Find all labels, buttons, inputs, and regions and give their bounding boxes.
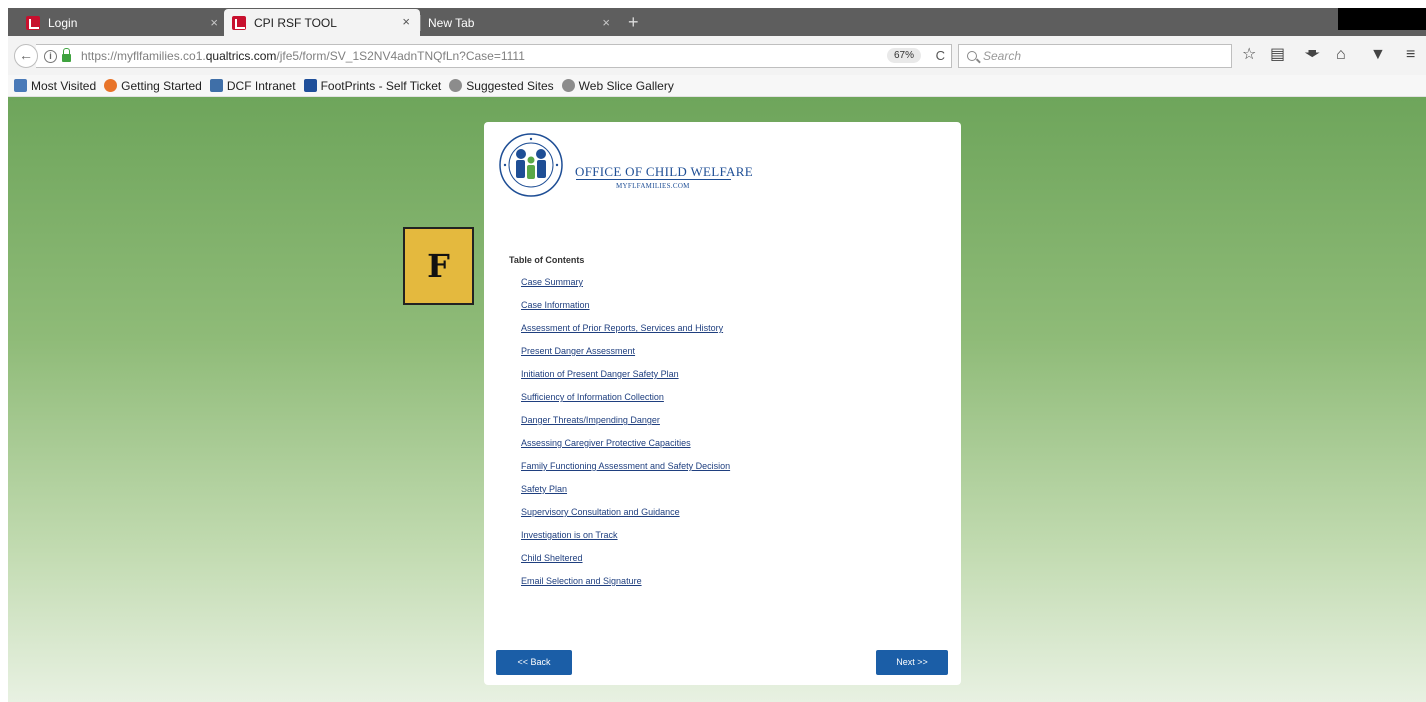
most-visited-icon: [14, 79, 27, 92]
toc-item: Email Selection and Signature: [521, 576, 730, 599]
bookmark-star-icon[interactable]: ☆: [1242, 45, 1256, 65]
url-text[interactable]: https://myflfamilies.co1.qualtrics.com/j…: [81, 49, 525, 63]
toc-item: Assessing Caregiver Protective Capacitie…: [521, 438, 730, 461]
toc-link-danger-threats[interactable]: Danger Threats/Impending Danger: [521, 415, 660, 425]
tab-label: CPI RSF TOOL: [254, 15, 337, 30]
firefox-icon: [104, 79, 118, 92]
toc-item: Assessment of Prior Reports, Services an…: [521, 323, 730, 346]
tab-login[interactable]: Login ×: [18, 10, 228, 36]
reading-list-icon[interactable]: ▤: [1270, 45, 1285, 65]
toc-link-investigation-on-track[interactable]: Investigation is on Track: [521, 530, 618, 540]
pocket-icon[interactable]: ▼: [1370, 45, 1386, 65]
toc-link-email-signature[interactable]: Email Selection and Signature: [521, 576, 642, 586]
toc-item: Supervisory Consultation and Guidance: [521, 507, 730, 530]
navigation-toolbar: i https://myflfamilies.co1.qualtrics.com…: [8, 36, 1426, 75]
new-tab-plus-icon[interactable]: +: [628, 10, 639, 34]
lock-icon: [62, 47, 71, 62]
toc-list: Case Summary Case Information Assessment…: [521, 277, 730, 599]
close-icon[interactable]: ×: [602, 15, 610, 30]
bookmarks-bar: Most Visited Getting Started DCF Intrane…: [8, 75, 1426, 97]
toc-item: Sufficiency of Information Collection: [521, 392, 730, 415]
toc-link-present-danger-safety-plan[interactable]: Initiation of Present Danger Safety Plan: [521, 369, 679, 379]
bookmark-suggested-sites[interactable]: Suggested Sites: [449, 79, 554, 93]
close-icon[interactable]: ×: [210, 15, 218, 30]
toc-link-caregiver-capacities[interactable]: Assessing Caregiver Protective Capacitie…: [521, 438, 691, 448]
footprints-icon: [303, 79, 317, 92]
toc-link-family-functioning[interactable]: Family Functioning Assessment and Safety…: [521, 461, 730, 471]
bookmark-footprints[interactable]: FootPrints - Self Ticket: [303, 79, 441, 93]
close-icon[interactable]: ×: [402, 14, 410, 29]
toc-item: Danger Threats/Impending Danger: [521, 415, 730, 438]
back-button[interactable]: << Back: [496, 650, 572, 675]
search-box[interactable]: Search: [958, 44, 1232, 68]
search-placeholder: Search: [983, 49, 1022, 63]
toc-link-supervisory-consultation[interactable]: Supervisory Consultation and Guidance: [521, 507, 680, 517]
address-bar[interactable]: i https://myflfamilies.co1.qualtrics.com…: [36, 44, 952, 68]
qualtrics-favicon-icon: [232, 15, 246, 30]
toc-item: Safety Plan: [521, 484, 730, 507]
page-background: OFFICE OF CHILD WELFARE MYFLFAMILIES.COM…: [8, 97, 1426, 702]
toc-link-present-danger-assessment[interactable]: Present Danger Assessment: [521, 346, 635, 356]
toc-item: Case Information: [521, 300, 730, 323]
window-controls-area: [1338, 8, 1426, 30]
logo-subtitle: MYFLFAMILIES.COM: [616, 182, 690, 190]
toc-item: Child Sheltered: [521, 553, 730, 576]
search-icon: [967, 51, 977, 61]
info-icon[interactable]: i: [44, 49, 57, 63]
next-button[interactable]: Next >>: [876, 650, 948, 675]
annotation-marker-f: F: [403, 227, 474, 305]
toc-link-prior-reports[interactable]: Assessment of Prior Reports, Services an…: [521, 323, 723, 333]
globe-icon: [449, 79, 463, 92]
toc-heading: Table of Contents: [509, 255, 585, 265]
survey-card: OFFICE OF CHILD WELFARE MYFLFAMILIES.COM…: [484, 122, 961, 685]
bookmark-most-visited[interactable]: Most Visited: [14, 79, 96, 93]
tab-label: Login: [48, 16, 78, 30]
tab-new-tab[interactable]: New Tab ×: [420, 10, 620, 36]
toc-link-case-information[interactable]: Case Information: [521, 300, 590, 310]
bookmark-web-slice-gallery[interactable]: Web Slice Gallery: [561, 79, 674, 93]
tab-cpi-rsf-tool[interactable]: CPI RSF TOOL ×: [224, 9, 420, 36]
bookmark-dcf-intranet[interactable]: DCF Intranet: [209, 79, 296, 93]
toc-link-child-sheltered[interactable]: Child Sheltered: [521, 553, 583, 563]
globe-icon: [561, 79, 575, 92]
reload-icon[interactable]: C: [936, 48, 945, 63]
logo-title: OFFICE OF CHILD WELFARE: [575, 164, 753, 179]
toc-link-safety-plan[interactable]: Safety Plan: [521, 484, 567, 494]
home-icon[interactable]: ⌂: [1336, 45, 1346, 65]
back-arrow-icon[interactable]: ←: [14, 44, 38, 68]
bookmark-getting-started[interactable]: Getting Started: [104, 79, 202, 93]
menu-icon[interactable]: ≡: [1406, 45, 1415, 65]
office-of-child-welfare-logo: OFFICE OF CHILD WELFARE MYFLFAMILIES.COM: [496, 132, 753, 202]
download-icon[interactable]: 🡃: [1304, 45, 1320, 65]
toc-link-sufficiency-information[interactable]: Sufficiency of Information Collection: [521, 392, 664, 402]
tab-label: New Tab: [428, 16, 475, 30]
toc-item: Initiation of Present Danger Safety Plan: [521, 369, 730, 392]
toc-item: Investigation is on Track: [521, 530, 730, 553]
qualtrics-favicon-icon: [26, 16, 40, 30]
toc-item: Present Danger Assessment: [521, 346, 730, 369]
toc-link-case-summary[interactable]: Case Summary: [521, 277, 583, 287]
dcf-family-icon: [209, 79, 223, 92]
toc-item: Case Summary: [521, 277, 730, 300]
browser-tab-strip: Login × CPI RSF TOOL × New Tab × +: [8, 8, 1426, 36]
florida-dcf-seal-icon: [499, 133, 563, 197]
toc-item: Family Functioning Assessment and Safety…: [521, 461, 730, 484]
zoom-level-badge[interactable]: 67%: [886, 48, 921, 63]
logo-divider: [576, 179, 731, 180]
